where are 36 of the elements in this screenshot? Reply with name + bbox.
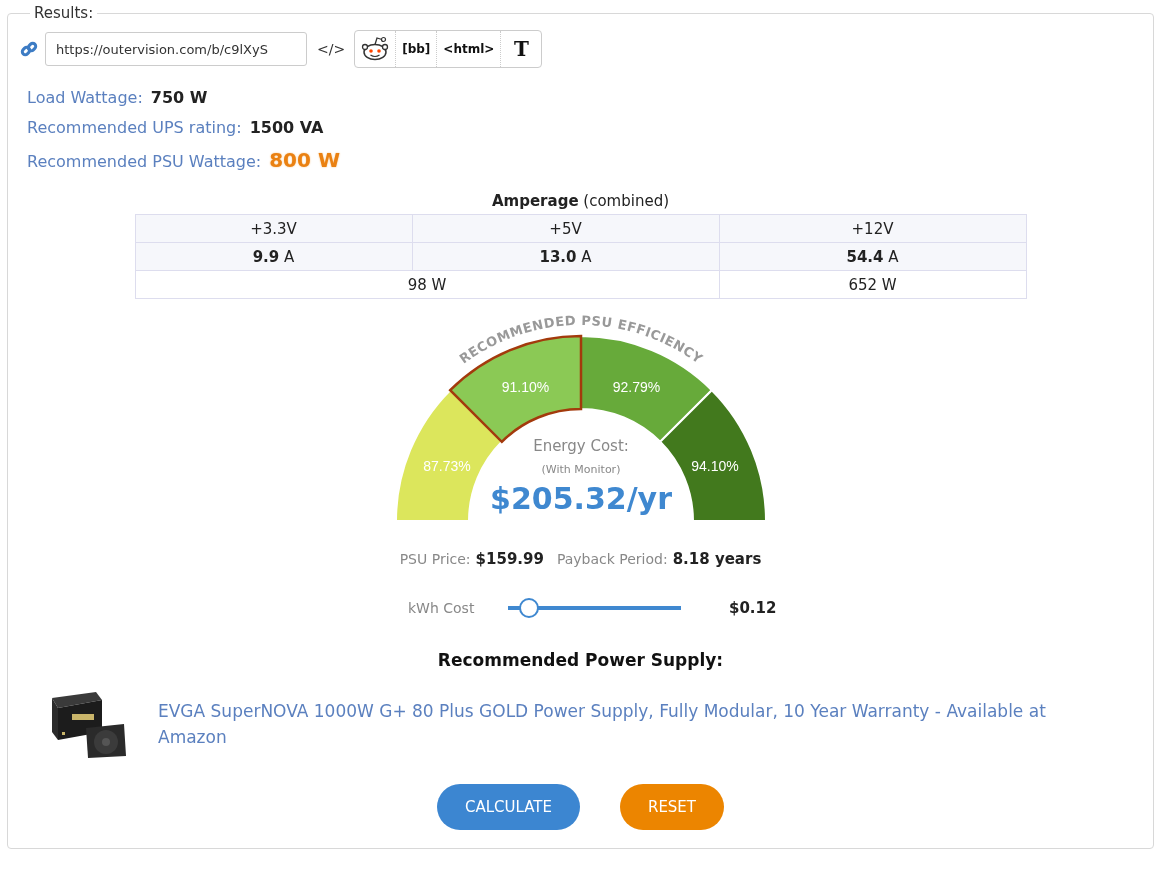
wattage-cell: 98 W bbox=[135, 270, 719, 299]
payback-value: 8.18 years bbox=[672, 550, 762, 568]
summary-value: 800 W bbox=[269, 148, 340, 172]
amperage-title: Amperage (combined) bbox=[490, 192, 671, 210]
kwh-cost-value: $0.12 bbox=[729, 599, 777, 617]
alien-face-icon bbox=[361, 36, 390, 62]
summary-label: Recommended UPS rating: bbox=[27, 118, 242, 137]
recommendation-heading: Recommended Power Supply: bbox=[436, 650, 725, 670]
price-label: PSU Price: bbox=[399, 551, 471, 567]
rail-cell: +3.3V bbox=[135, 214, 412, 243]
kwh-cost-label: kWh Cost bbox=[408, 600, 476, 616]
summary-label: Load Wattage: bbox=[27, 88, 143, 107]
wattage-cell: 652 W bbox=[719, 270, 1026, 299]
payback-label: Payback Period: bbox=[556, 551, 668, 567]
energy-cost-note: (With Monitor) bbox=[541, 463, 620, 476]
summary-value: 750 W bbox=[150, 88, 208, 107]
link-icon bbox=[20, 40, 38, 58]
plain-text-button[interactable]: T bbox=[501, 31, 542, 67]
summary-value: 1500 VA bbox=[249, 118, 324, 137]
share-format-button[interactable]: [bb] bbox=[396, 31, 438, 67]
share-format-button[interactable]: <html> bbox=[437, 31, 502, 67]
rail-cell: +12V bbox=[719, 214, 1026, 243]
price-value: $159.99 bbox=[475, 550, 544, 568]
product-link[interactable]: EVGA SuperNOVA 1000W G+ 80 Plus GOLD Power Supply, Fully Modular, 10 Year Warranty - Available at Amazon bbox=[158, 698, 1088, 750]
current-cell: 9.9 A bbox=[135, 242, 412, 271]
current-cell: 54.4 A bbox=[719, 242, 1026, 271]
embed-code-button[interactable]: </> bbox=[317, 41, 346, 57]
url-field[interactable]: https://outervision.com/b/c9lXyS bbox=[45, 32, 307, 66]
results-legend: Results: bbox=[30, 4, 98, 22]
rail-cell: +5V bbox=[412, 214, 719, 243]
calculate-button[interactable]: CALCULATE bbox=[436, 784, 580, 830]
summary-label: Recommended PSU Wattage: bbox=[27, 152, 262, 171]
energy-cost-label: Energy Cost: bbox=[532, 437, 629, 455]
energy-cost-value: $205.32/yr bbox=[489, 481, 672, 516]
current-cell: 13.0 A bbox=[412, 242, 719, 271]
slider-thumb[interactable] bbox=[518, 598, 539, 618]
